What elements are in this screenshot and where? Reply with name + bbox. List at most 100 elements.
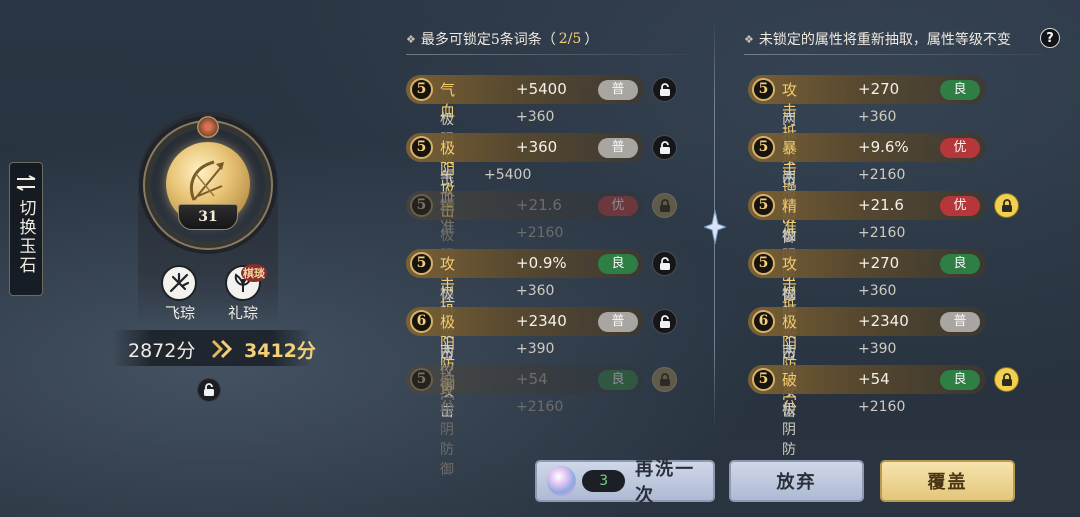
lock-toggle[interactable] [652, 135, 677, 160]
unlock-icon [659, 82, 670, 96]
attribute-level: 5 [410, 368, 433, 391]
rewash-label: 再洗一次 [635, 459, 696, 506]
main-attribute-value: +54 [858, 370, 890, 388]
lock-icon [659, 198, 670, 212]
quality-badge: 普 [598, 312, 638, 332]
cover-button[interactable]: 覆盖 [880, 460, 1015, 502]
main-attribute-value: +21.6 [516, 196, 562, 214]
lock-toggle[interactable] [652, 77, 677, 102]
jade-lock-button[interactable] [197, 378, 221, 402]
left-header: ❖ 最多可锁定5条词条（ 2/5） [406, 29, 598, 49]
locked-indicator [994, 367, 1019, 392]
sub-attribute-value: +360 [516, 283, 555, 299]
lock-icon [1001, 372, 1012, 386]
attribute-level: 5 [410, 78, 433, 101]
give-up-label: 放弃 [776, 472, 817, 493]
right-header: ❖ 未锁定的属性将重新抽取，属性等级不变 [744, 29, 1011, 49]
licong-skill-label: 礼琮 [228, 304, 259, 322]
main-attribute-value: +2340 [516, 312, 567, 330]
feicong-skill-icon[interactable] [161, 265, 197, 301]
unlock-icon [204, 383, 214, 396]
attribute-level: 5 [752, 368, 775, 391]
quality-badge: 普 [598, 138, 638, 158]
sub-attribute-value: +390 [858, 341, 897, 357]
swap-arrows-icon [16, 175, 36, 191]
sub-attribute-value: +2160 [516, 399, 564, 415]
main-attribute-value: +54 [516, 370, 548, 388]
diamond-bullet-icon: ❖ [406, 32, 416, 46]
wash-gem-icon [547, 466, 577, 496]
diamond-bullet-icon: ❖ [744, 32, 754, 46]
right-header-text: 未锁定的属性将重新抽取，属性等级不变 [758, 32, 1011, 48]
quality-badge: 优 [940, 196, 980, 216]
rewash-cost: 3 [582, 470, 626, 492]
rewash-button[interactable]: 3 再洗一次 [535, 459, 715, 506]
unlock-icon [659, 256, 670, 270]
unlock-icon [659, 314, 670, 328]
quality-badge: 优 [940, 138, 980, 158]
jade-level: 31 [178, 204, 238, 230]
sub-attribute-value: +360 [858, 283, 897, 299]
sub-attribute-value: +2160 [516, 225, 564, 241]
quality-badge: 良 [940, 80, 980, 100]
quality-badge: 良 [940, 370, 980, 390]
attribute-level: 5 [752, 136, 775, 159]
give-up-button[interactable]: 放弃 [729, 460, 864, 502]
lock-icon [1001, 198, 1012, 212]
quality-badge: 良 [940, 254, 980, 274]
sub-attribute-value: +360 [858, 109, 897, 125]
sub-attribute-value: +360 [516, 109, 555, 125]
bow-arrow-icon [190, 160, 224, 201]
sub-attribute-value: +2160 [858, 225, 906, 241]
attribute-level: 5 [410, 136, 433, 159]
right-header-line [744, 54, 1044, 55]
score-new: 3412分 [244, 340, 316, 362]
ring-gem-icon [197, 116, 219, 138]
lock-toggle[interactable] [652, 193, 677, 218]
left-header-line [406, 54, 686, 55]
left-header-suffix: ） [584, 32, 599, 48]
attribute-level: 5 [410, 194, 433, 217]
attribute-level: 6 [410, 310, 433, 333]
locked-indicator [994, 193, 1019, 218]
attribute-level: 6 [752, 310, 775, 333]
lock-toggle[interactable] [652, 309, 677, 334]
main-attribute-value: +5400 [516, 80, 567, 98]
unlock-icon [659, 140, 670, 154]
double-chevron-right-icon [211, 339, 233, 359]
switch-jade-label: 切换玉石 [15, 199, 36, 275]
main-attribute-value: +270 [858, 80, 900, 98]
lock-toggle[interactable] [652, 251, 677, 276]
main-attribute-value: +2340 [858, 312, 909, 330]
left-header-text: 最多可锁定5条词条（ [420, 32, 556, 48]
sub-attribute-name: 极阴防御 [440, 402, 455, 478]
attribute-level: 5 [752, 78, 775, 101]
feicong-skill-label: 飞琮 [165, 304, 196, 322]
skill-tag-badge: 棋琰 [241, 264, 267, 282]
main-attribute-value: +21.6 [858, 196, 904, 214]
divider-star-icon [704, 210, 726, 244]
attribute-level: 5 [752, 194, 775, 217]
score-old: 2872分 [128, 340, 196, 362]
sub-attribute-value: +2160 [858, 399, 906, 415]
cover-label: 覆盖 [927, 472, 968, 493]
sub-attribute-value: +5400 [484, 167, 532, 183]
lock-icon [659, 372, 670, 386]
main-attribute-value: +9.6% [858, 138, 909, 156]
attribute-level: 5 [410, 252, 433, 275]
quality-badge: 普 [598, 80, 638, 100]
lock-count: 2/5 [558, 31, 582, 47]
sub-attribute-value: +2160 [858, 167, 906, 183]
quality-badge: 优 [598, 196, 638, 216]
main-attribute-value: +270 [858, 254, 900, 272]
switch-jade-tab[interactable]: 切换玉石 [9, 162, 43, 296]
help-icon[interactable]: ? [1040, 28, 1060, 48]
quality-badge: 普 [940, 312, 980, 332]
quality-badge: 良 [598, 370, 638, 390]
main-attribute-value: +0.9% [516, 254, 567, 272]
quality-badge: 良 [598, 254, 638, 274]
sub-attribute-value: +390 [516, 341, 555, 357]
attribute-level: 5 [752, 252, 775, 275]
lock-toggle[interactable] [652, 367, 677, 392]
main-attribute-value: +360 [516, 138, 558, 156]
